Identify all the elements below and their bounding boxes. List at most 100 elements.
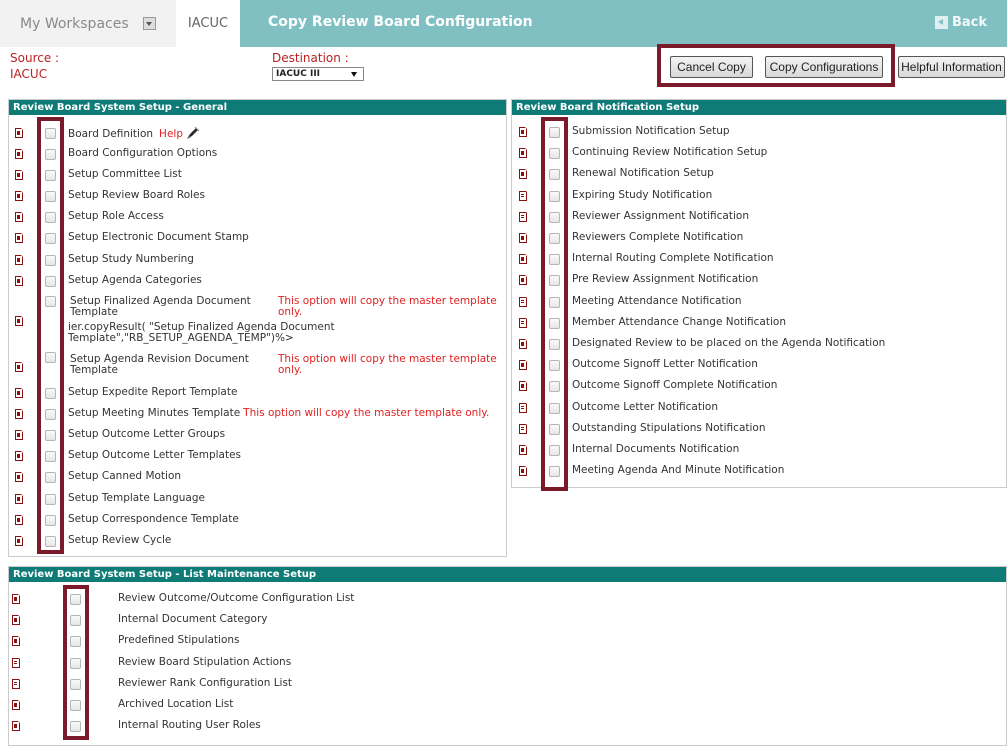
- list-item-label: Reviewer Rank Configuration List: [118, 676, 293, 689]
- document-icon: [519, 190, 528, 201]
- page-title: Copy Review Board Configuration: [268, 14, 533, 30]
- notification-item-label: Continuing Review Notification Setup: [572, 146, 768, 159]
- general-item-label: Setup Study Numbering: [68, 253, 194, 265]
- document-icon: [519, 253, 528, 265]
- list-item-label: Predefined Stipulations: [118, 634, 240, 647]
- general-item-label: Setup Meeting Minutes Template This optio…: [68, 407, 490, 419]
- template-code-text: ier.copyResult( "Setup Finalized Agenda …: [68, 321, 335, 344]
- general-item-label: Setup Review Cycle: [68, 534, 172, 546]
- document-icon: [15, 387, 24, 398]
- general-checkbox-highlight: [37, 117, 64, 554]
- notification-item-label: Outstanding Stipulations Notification: [572, 421, 766, 434]
- document-icon: [15, 471, 24, 482]
- back-label: Back: [951, 15, 987, 30]
- notification-item-label: Outcome Signoff Complete Notification: [572, 379, 778, 392]
- document-icon: [15, 429, 24, 440]
- general-item-label: Setup Template Language: [68, 492, 205, 504]
- document-icon: [12, 699, 21, 710]
- list-item-label: Internal Document Category: [118, 613, 268, 626]
- document-icon: [15, 232, 24, 243]
- helpful-information-button[interactable]: Helpful Information: [898, 56, 1005, 78]
- cancel-copy-button[interactable]: Cancel Copy: [670, 56, 753, 78]
- document-icon: [15, 148, 24, 159]
- document-icon: [15, 450, 24, 461]
- general-item-label: Setup Electronic Document Stamp: [68, 231, 249, 243]
- document-icon: [15, 169, 24, 180]
- document-icon: [519, 423, 528, 434]
- general-item-label: Board Definition Help: [68, 126, 200, 140]
- general-item-label: Setup Role Access: [68, 210, 164, 222]
- notification-item-label: Renewal Notification Setup: [572, 167, 714, 180]
- general-item-label: Setup Correspondence Template: [68, 513, 239, 525]
- list-checkbox-highlight: [63, 585, 89, 740]
- general-item-label: Setup Expedite Report Template: [68, 386, 238, 398]
- document-icon: [15, 315, 24, 326]
- document-icon: [519, 168, 528, 180]
- copy-master-note: This option will copy the master templat…: [278, 353, 497, 376]
- help-link[interactable]: Help: [159, 128, 183, 140]
- notification-item-label: Expiring Study Notification: [572, 188, 713, 201]
- general-panel-header: Review Board System Setup - General: [9, 100, 506, 115]
- select-arrow-icon: [351, 72, 357, 77]
- copy-master-note: This option will copy the master templat…: [278, 295, 497, 318]
- title-bar: Copy Review Board Configuration Back: [240, 0, 1007, 47]
- notification-item-label: Outcome Signoff Letter Notification: [572, 358, 758, 371]
- document-icon: [12, 657, 21, 668]
- document-icon: [15, 514, 24, 525]
- notification-panel-header: Review Board Notification Setup: [512, 100, 1006, 115]
- general-item-label: Setup Agenda Revision Document Template: [70, 353, 249, 376]
- list-item-label: Review Outcome/Outcome Configuration Lis…: [118, 592, 355, 604]
- document-icon: [519, 274, 528, 286]
- document-icon: [519, 402, 528, 413]
- document-icon: [15, 275, 24, 286]
- notification-checkbox-highlight: [541, 117, 568, 491]
- list-panel-header: Review Board System Setup - List Mainten…: [9, 567, 1006, 582]
- edit-pencil-icon[interactable]: [186, 126, 200, 140]
- list-item-label: Archived Location List: [118, 698, 234, 710]
- copy-configurations-button[interactable]: Copy Configurations: [765, 56, 883, 78]
- destination-value: IACUC III: [276, 69, 321, 79]
- source-value: IACUC: [10, 67, 48, 81]
- notification-item-label: Designated Review to be placed on the Ag…: [572, 337, 886, 349]
- document-icon: [12, 720, 21, 732]
- document-icon: [12, 593, 21, 604]
- my-workspaces-tab[interactable]: My Workspaces: [8, 0, 168, 47]
- tab-iacuc[interactable]: IACUC: [176, 0, 240, 47]
- destination-label: Destination :: [272, 51, 349, 65]
- general-item-label: Setup Outcome Letter Groups: [68, 428, 226, 440]
- document-icon: [519, 338, 528, 349]
- general-item-label: Setup Canned Motion: [68, 470, 182, 482]
- list-item-label: Internal Routing User Roles: [118, 719, 261, 732]
- document-icon: [519, 317, 528, 328]
- notification-item-label: Submission Notification Setup: [572, 125, 730, 137]
- document-icon: [15, 361, 24, 372]
- document-icon: [519, 465, 528, 477]
- general-item-label: Board Configuration Options: [68, 147, 218, 159]
- back-arrow-icon: [934, 16, 948, 29]
- document-icon: [15, 190, 24, 201]
- source-label: Source :: [10, 51, 60, 65]
- document-icon: [15, 127, 24, 138]
- dropdown-icon[interactable]: [142, 17, 156, 30]
- back-button[interactable]: Back: [934, 15, 987, 30]
- notification-item-label: Internal Routing Complete Notification: [572, 252, 774, 265]
- document-icon: [12, 678, 21, 689]
- notification-item-label: Reviewers Complete Notification: [572, 231, 744, 243]
- notification-item-label: Internal Documents Notification: [572, 443, 740, 455]
- my-workspaces-label: My Workspaces: [20, 15, 129, 32]
- notification-item-label: Meeting Attendance Notification: [572, 294, 742, 307]
- document-icon: [15, 408, 24, 419]
- notification-item-label: Pre Review Assignment Notification: [572, 273, 759, 286]
- notification-item-label: Meeting Agenda And Minute Notification: [572, 464, 785, 477]
- document-icon: [15, 211, 24, 222]
- document-icon: [519, 147, 528, 159]
- document-icon: [519, 444, 528, 455]
- destination-select[interactable]: IACUC III: [272, 67, 364, 81]
- document-icon: [519, 296, 528, 307]
- document-icon: [519, 211, 528, 222]
- notification-item-label: Outcome Letter Notification: [572, 400, 718, 413]
- document-icon: [12, 635, 21, 647]
- notification-item-label: Reviewer Assignment Notification: [572, 209, 749, 222]
- general-item-label: Setup Review Board Roles: [68, 189, 205, 201]
- document-icon: [519, 232, 528, 243]
